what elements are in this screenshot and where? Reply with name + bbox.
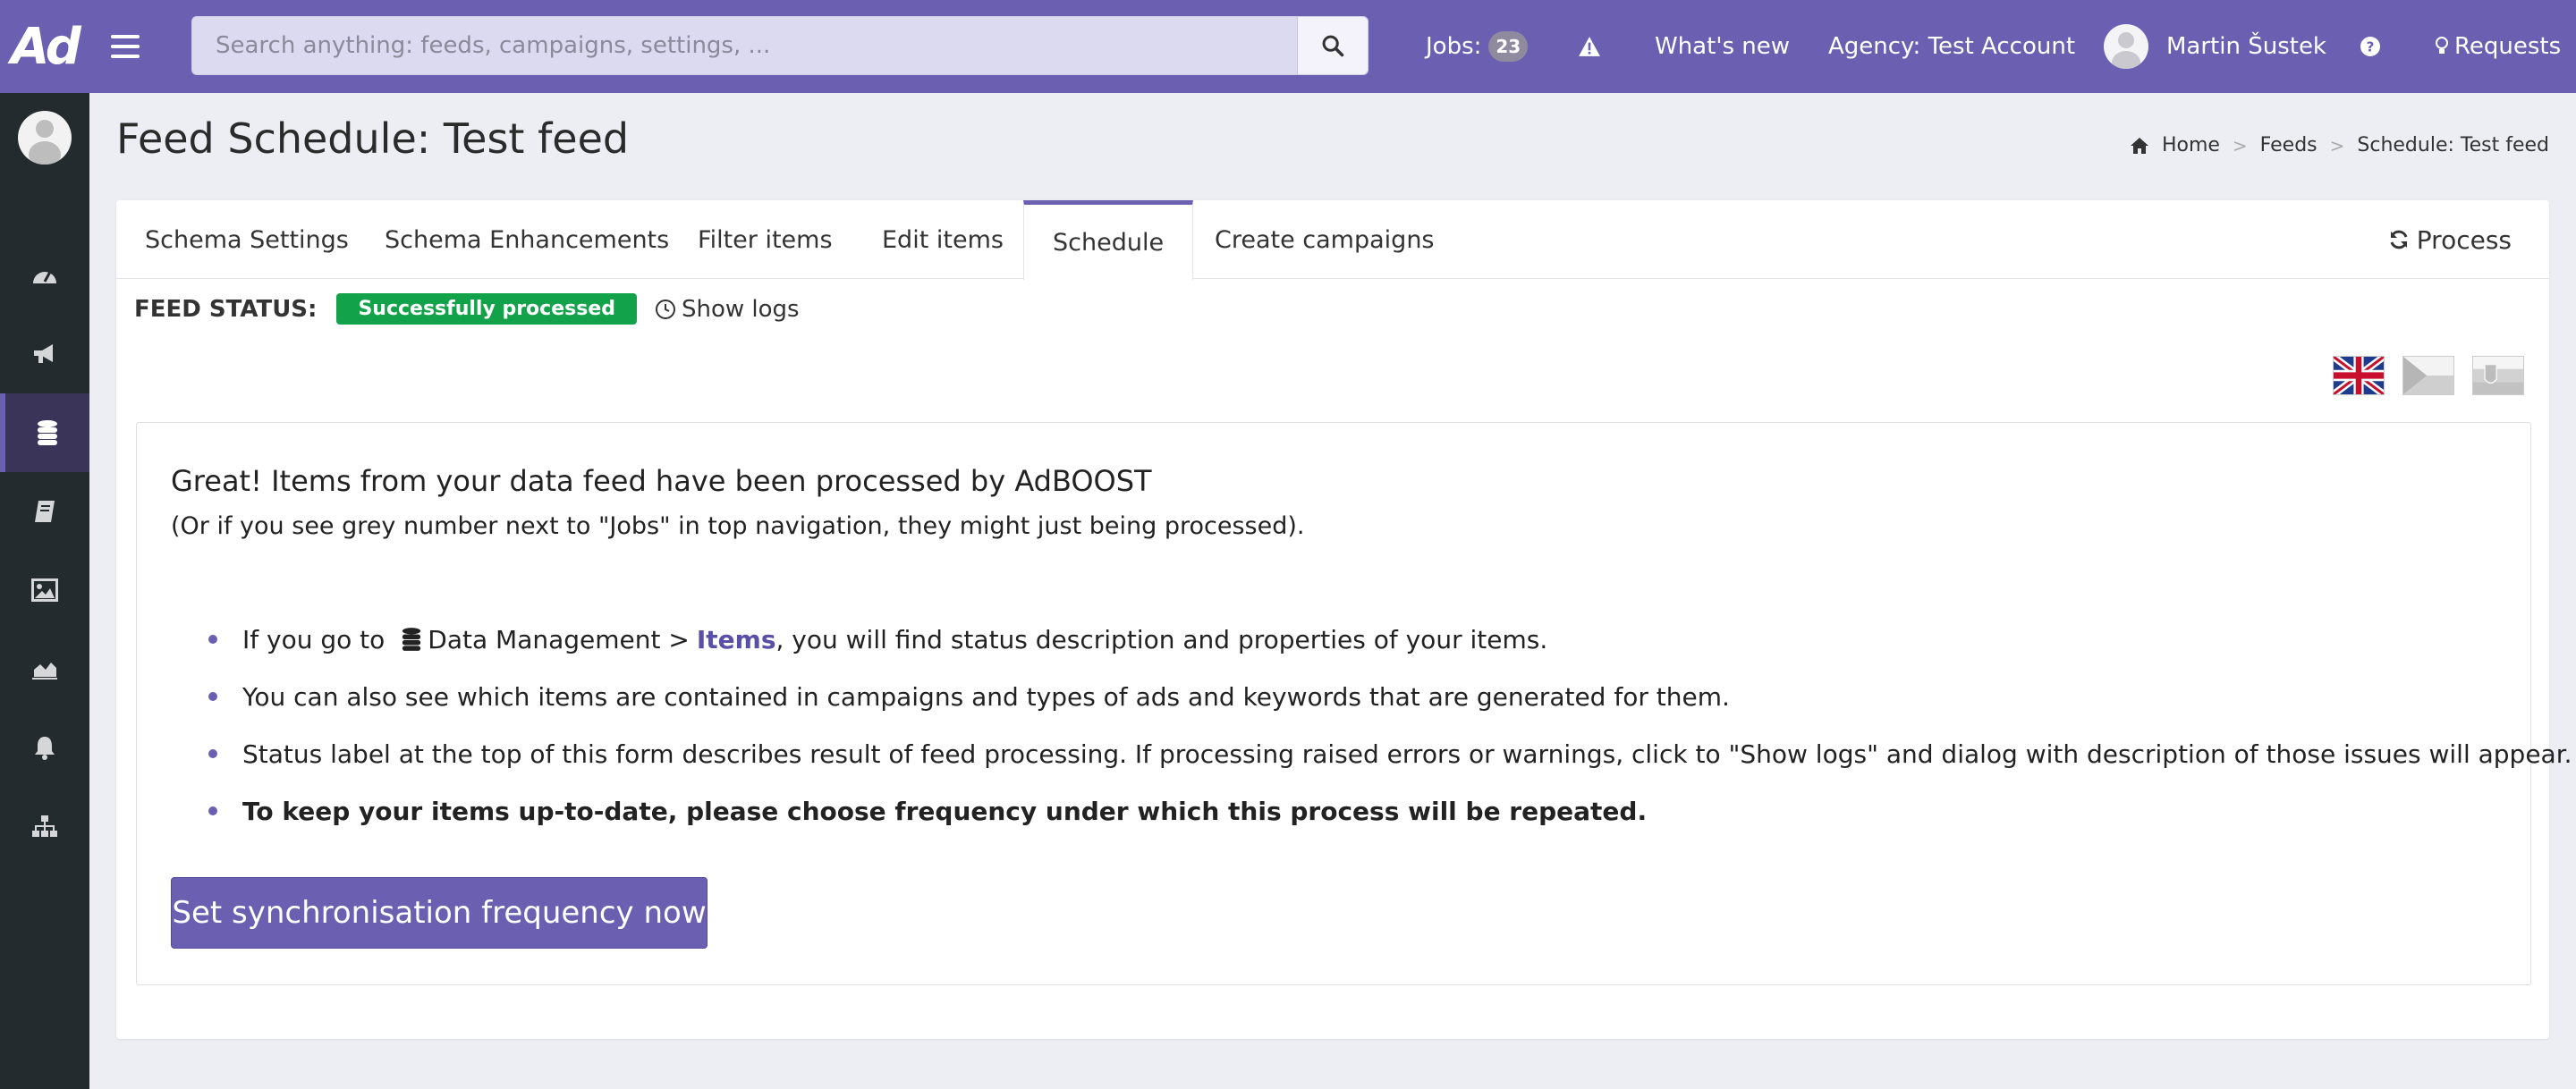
flag-cz-icon[interactable] <box>2402 356 2454 395</box>
jobs-label: Jobs: <box>1426 33 1482 60</box>
alerts-link[interactable] <box>1578 0 1601 93</box>
breadcrumb: Home > Feeds > Schedule: Test feed <box>2130 134 2549 156</box>
megaphone-icon <box>34 344 53 363</box>
dashboard-icon <box>33 271 56 283</box>
sidebar-item-structure[interactable] <box>0 787 89 865</box>
warning-icon <box>1579 37 1600 56</box>
user-menu[interactable]: Martin Šustek <box>2104 0 2326 93</box>
jobs-count-badge: 23 <box>1488 31 1529 62</box>
sidebar-item-dashboard[interactable] <box>0 236 89 315</box>
page-title: Feed Schedule: Test feed <box>116 114 630 163</box>
list-item: You can also see which items are contain… <box>171 668 2572 725</box>
menu-toggle-icon[interactable] <box>111 30 140 63</box>
show-logs-link[interactable]: Show logs <box>655 296 800 323</box>
bullet1-menu: Data Management > <box>428 624 690 654</box>
status-badge: Successfully processed <box>336 293 637 325</box>
home-icon <box>2130 137 2148 154</box>
refresh-icon <box>2390 230 2408 249</box>
agency-selector[interactable]: Agency: Test Account <box>1828 0 2075 93</box>
database-icon <box>402 628 421 651</box>
bullet1-prefix: If you go to <box>242 624 386 654</box>
svg-text:?: ? <box>2367 39 2375 55</box>
tab-schema-enhancements[interactable]: Schema Enhancements <box>385 200 669 279</box>
breadcrumb-feeds[interactable]: Feeds <box>2260 134 2318 156</box>
image-icon <box>31 578 58 602</box>
list-item: If you go to Data Management > Items , y… <box>171 611 2572 668</box>
help-icon: ? <box>2360 37 2380 56</box>
list-item: To keep your items up-to-date, please ch… <box>171 782 2572 840</box>
bullet1-suffix: , you will find status description and p… <box>775 624 1548 654</box>
flag-sk-icon[interactable] <box>2472 356 2524 395</box>
feed-card: Schema Settings Schema Enhancements Filt… <box>116 200 2572 1039</box>
bell-icon <box>35 737 55 760</box>
items-link[interactable]: Items <box>697 625 776 654</box>
message-subtitle: (Or if you see grey number next to "Jobs… <box>171 512 1305 540</box>
sidebar-item-notifications[interactable] <box>0 708 89 787</box>
set-sync-frequency-button[interactable]: Set synchronisation frequency now <box>171 877 708 949</box>
flag-uk-icon[interactable] <box>2333 356 2385 395</box>
info-list: If you go to Data Management > Items , y… <box>171 611 2572 840</box>
list-item: Status label at the top of this form des… <box>171 725 2572 782</box>
search-button[interactable] <box>1297 17 1368 74</box>
tab-edit-items[interactable]: Edit items <box>882 200 1004 279</box>
jobs-link[interactable]: Jobs: 23 <box>1426 0 1529 93</box>
search-icon <box>1322 35 1344 57</box>
user-name: Martin Šustek <box>2166 33 2326 60</box>
breadcrumb-home[interactable]: Home <box>2162 134 2220 156</box>
area-chart-icon <box>32 663 57 680</box>
sitemap-icon <box>32 815 57 837</box>
sidebar-item-reports[interactable] <box>0 629 89 708</box>
tab-create-campaigns[interactable]: Create campaigns <box>1215 200 1435 279</box>
process-label: Process <box>2416 224 2512 255</box>
breadcrumb-current: Schedule: Test feed <box>2357 134 2549 156</box>
tab-filter-items[interactable]: Filter items <box>698 200 833 279</box>
feed-status-label: FEED STATUS: <box>134 295 318 323</box>
requests-label: Requests <box>2454 33 2562 60</box>
top-navbar: Ad Jobs: 23 What's new Agency: Test Acco… <box>0 0 2576 93</box>
message-panel: Great! Items from your data feed have be… <box>136 422 2572 985</box>
help-button[interactable]: ? <box>2360 0 2381 93</box>
sidebar-item-campaigns[interactable] <box>0 315 89 393</box>
sidebar-avatar[interactable] <box>18 111 72 165</box>
tab-schedule[interactable]: Schedule <box>1023 200 1194 280</box>
book-icon <box>35 501 55 522</box>
global-search <box>191 16 1368 75</box>
sidebar-item-catalog[interactable] <box>0 472 89 551</box>
process-button[interactable]: Process <box>2388 200 2512 279</box>
feed-tabs: Schema Settings Schema Enhancements Filt… <box>116 200 2549 280</box>
breadcrumb-separator: > <box>2232 134 2248 156</box>
app-logo[interactable]: Ad <box>0 0 89 93</box>
search-input[interactable] <box>192 17 1297 74</box>
breadcrumb-separator: > <box>2329 134 2345 156</box>
feed-status: FEED STATUS: Successfully processed Show… <box>134 293 800 325</box>
avatar <box>2104 24 2148 69</box>
whats-new-link[interactable]: What's new <box>1655 0 1790 93</box>
tab-schema-settings[interactable]: Schema Settings <box>145 200 349 279</box>
sidebar-item-images[interactable] <box>0 551 89 629</box>
show-logs-label: Show logs <box>681 295 800 323</box>
language-switcher <box>2333 356 2524 395</box>
database-icon <box>38 420 57 445</box>
sidebar <box>0 93 89 1089</box>
requests-link[interactable]: Requests <box>2435 0 2561 93</box>
lightbulb-icon <box>2436 37 2448 54</box>
sidebar-item-data-management[interactable] <box>0 393 89 472</box>
message-title: Great! Items from your data feed have be… <box>171 464 1152 498</box>
clock-icon <box>655 299 675 319</box>
